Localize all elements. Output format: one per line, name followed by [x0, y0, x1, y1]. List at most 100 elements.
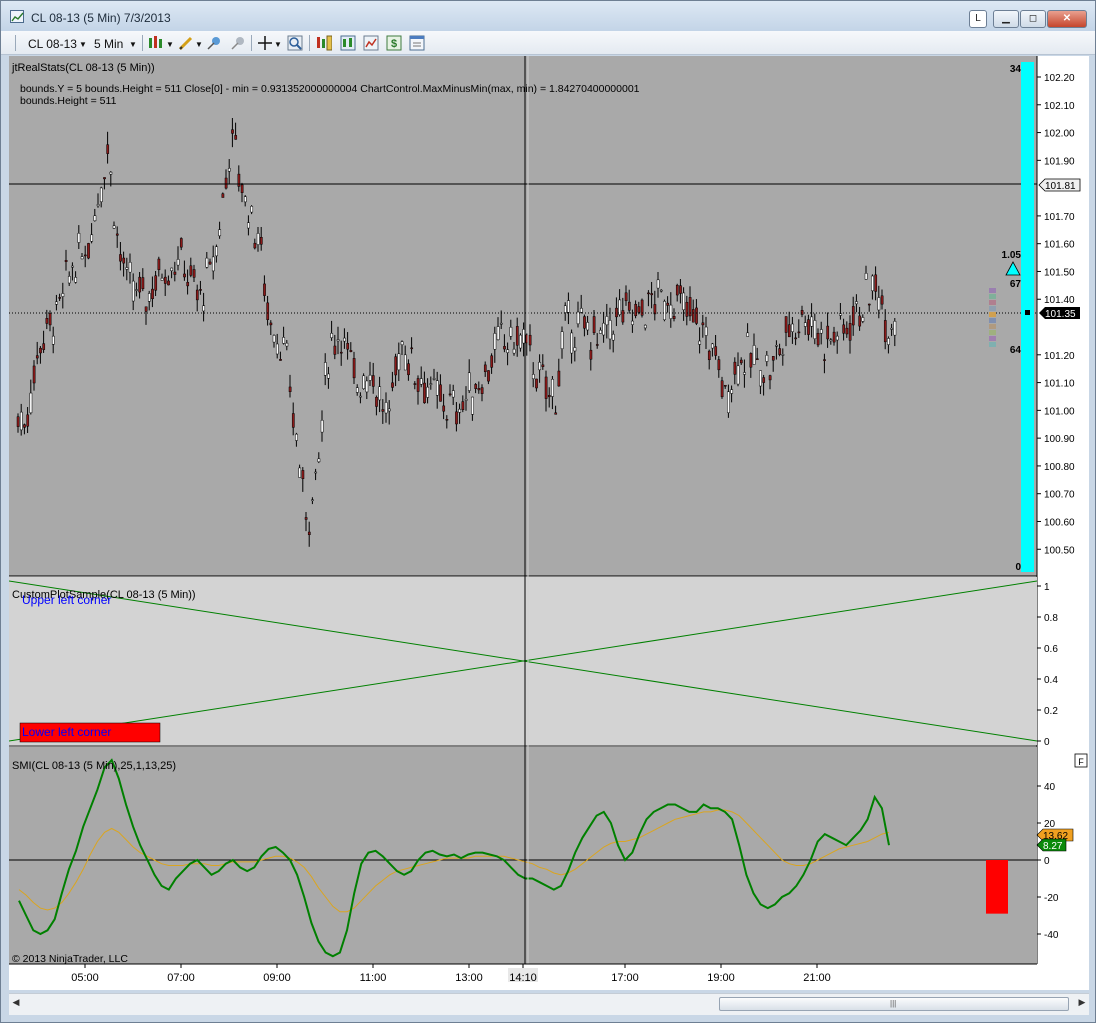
pencil-icon[interactable] [178, 35, 194, 51]
price-panel-background [9, 56, 1037, 576]
interval-selector[interactable]: 5 Min [94, 37, 123, 51]
data-box-icon[interactable] [316, 35, 332, 51]
zoom-icon[interactable] [287, 35, 303, 51]
bar-body [307, 531, 311, 535]
bar-body [528, 334, 532, 346]
instrument-selector[interactable]: CL 08-13 [28, 37, 77, 51]
smi-panel-background [9, 747, 1037, 964]
close-button[interactable]: ✕ [1047, 10, 1087, 28]
bar-body [829, 339, 833, 342]
svg-text:$: $ [391, 38, 397, 50]
price-axis-label: 101.50 [1044, 267, 1075, 278]
bar-body [455, 411, 458, 425]
time-axis-label: 21:00 [803, 972, 831, 984]
title-bar[interactable]: CL 08-13 (5 Min) 7/3/2013 L ▁ ◻ ✕ [1, 1, 1095, 31]
scrollbar-thumb[interactable]: ||| [719, 997, 1069, 1011]
chart-canvas[interactable]: 102.20102.10102.00101.90101.70101.60101.… [8, 56, 1089, 990]
maximize-button[interactable]: ◻ [1020, 10, 1046, 28]
bar-body [131, 280, 135, 302]
bar-body [570, 332, 574, 354]
bar-body [704, 326, 708, 336]
last-price-tag: 101.35 [1039, 307, 1080, 320]
bar-body [647, 292, 650, 295]
indicators-icon[interactable] [340, 35, 356, 51]
bar-body [775, 344, 778, 347]
bar-body [138, 276, 142, 293]
bar-body [589, 349, 593, 360]
bar-body [279, 359, 282, 361]
bar-body [531, 374, 535, 380]
bar-body [67, 276, 71, 284]
instrument-dropdown-icon[interactable]: ▼ [79, 40, 87, 49]
bar-body [797, 331, 801, 334]
bar-body [557, 370, 561, 387]
bar-body [119, 254, 122, 262]
f-button-label: F [1078, 757, 1084, 767]
bar-body [272, 335, 276, 343]
bar-body [218, 229, 222, 237]
smi-axis-label: -20 [1044, 893, 1059, 904]
bar-body [394, 356, 398, 376]
bar-body [19, 411, 23, 431]
bar-body [698, 340, 702, 345]
pin-icon[interactable] [206, 35, 222, 51]
pencil-dropdown-icon[interactable]: ▼ [195, 40, 203, 49]
custom-axis-label: 1 [1044, 582, 1050, 593]
bar-body [816, 332, 820, 346]
price-axis-label: 101.00 [1044, 406, 1075, 417]
minimize-button[interactable]: ▁ [993, 10, 1019, 28]
bar-style-icon[interactable] [148, 35, 164, 51]
bar-body [666, 302, 670, 306]
bar-body [781, 354, 785, 356]
bar-body [567, 300, 570, 313]
bar-body [224, 177, 228, 189]
bar-body [227, 168, 231, 172]
horizontal-scrollbar[interactable]: ◀ ||| ▶ [9, 993, 1089, 1015]
scroll-left-icon[interactable]: ◀ [9, 997, 23, 1011]
link-button[interactable]: L [969, 10, 987, 28]
bar-style-dropdown-icon[interactable]: ▼ [166, 40, 174, 49]
bar-body [695, 307, 698, 324]
bar-body [717, 359, 721, 371]
bar-body [842, 324, 846, 334]
time-axis-label: 17:00 [611, 972, 639, 984]
chart-area[interactable]: 102.20 102.10 102.00 101.90 101.70 101.60 101.… [8, 56, 1089, 990]
bar-body [576, 311, 580, 325]
unpin-icon[interactable] [230, 35, 246, 51]
bar-body [23, 424, 26, 428]
bar-body [259, 237, 263, 245]
crosshair-icon[interactable] [257, 35, 273, 51]
bar-body [237, 173, 241, 187]
crosshair-dropdown-icon[interactable]: ▼ [274, 40, 282, 49]
strategy-icon[interactable] [363, 35, 379, 51]
bar-body [586, 322, 590, 331]
bar-body [163, 276, 167, 284]
smi-histogram-bar [986, 860, 1008, 914]
bar-body [397, 353, 401, 371]
bar-body [538, 361, 542, 371]
interval-dropdown-icon[interactable]: ▼ [129, 40, 137, 49]
bar-body [135, 289, 138, 291]
bar-body [381, 409, 385, 412]
bar-body [93, 215, 97, 222]
bar-body [349, 350, 353, 352]
scroll-right-icon[interactable]: ▶ [1075, 997, 1089, 1011]
bar-body [327, 373, 330, 379]
bar-body [663, 301, 666, 321]
properties-icon[interactable] [409, 35, 425, 51]
bar-body [410, 347, 414, 350]
bar-body [77, 233, 81, 243]
bar-body [109, 171, 113, 175]
debug-info-line1: bounds.Y = 5 bounds.Height = 511 Close[0… [20, 83, 640, 95]
bar-body [579, 307, 583, 313]
dollar-icon[interactable]: $ [386, 35, 402, 51]
bar-body [147, 293, 151, 302]
bar-body [880, 295, 884, 305]
bar-body [64, 260, 68, 262]
price-axis-label: 100.60 [1044, 517, 1075, 528]
smi-axis-label: -40 [1044, 930, 1059, 941]
bar-body [435, 380, 439, 396]
bar-body [515, 326, 519, 346]
bar-body [352, 358, 356, 379]
debug-info-line2: bounds.Height = 511 [20, 95, 117, 107]
